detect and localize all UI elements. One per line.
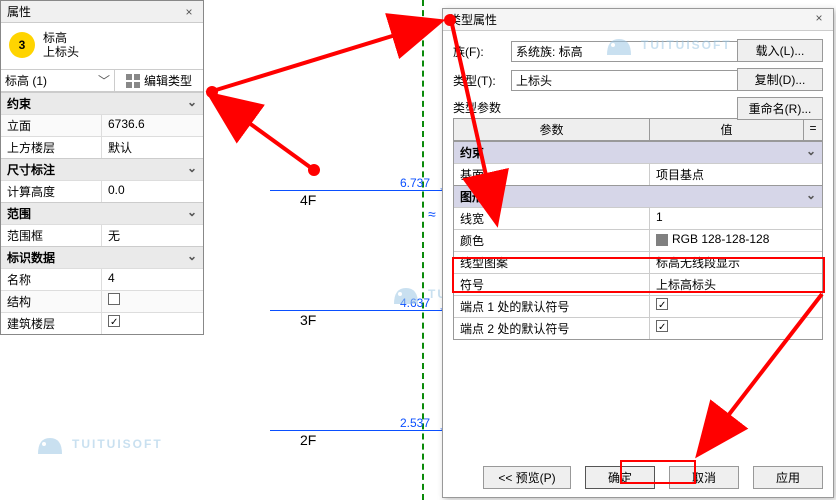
wave-marker: ≈ xyxy=(428,206,436,222)
pattern-field[interactable]: 标高无线段显示 xyxy=(650,252,822,273)
type-selector[interactable]: 标高 (1) ﹀ xyxy=(1,70,115,91)
type-label: 标高 上标头 xyxy=(43,31,79,59)
load-button[interactable]: 载入(L)... xyxy=(737,39,823,62)
arch-checkbox[interactable] xyxy=(108,315,120,327)
type-params-table: 参数 值 = 约束⌄ 基面项目基点 图形⌄ 线宽1 颜色RGB 128-128-… xyxy=(453,118,823,340)
elevation-field[interactable]: 6736.6 xyxy=(102,115,203,136)
name-field[interactable]: 4 xyxy=(102,269,203,290)
cancel-button[interactable]: 取消 xyxy=(669,466,739,489)
color-field[interactable]: RGB 128-128-128 xyxy=(650,230,822,251)
chevron-down-icon: ﹀ xyxy=(98,72,110,89)
watermark: TUITUISOFT xyxy=(34,430,163,458)
level-4f[interactable]: 6.737 4F xyxy=(270,176,450,191)
calc-field[interactable]: 0.0 xyxy=(102,181,203,202)
properties-title: 属性 xyxy=(7,3,31,20)
symbol-field[interactable]: 上标高标头 xyxy=(650,274,822,295)
collapse-icon[interactable]: ⌄ xyxy=(187,249,197,266)
end1-checkbox[interactable] xyxy=(656,298,668,310)
lineweight-field[interactable]: 1 xyxy=(650,208,822,229)
properties-panel: 属性 × 3 标高 上标头 标高 (1) ﹀ 编辑类型 约束⌄ 立面6736.6… xyxy=(0,0,204,335)
edit-type-button[interactable]: 编辑类型 xyxy=(115,70,203,91)
preview-button[interactable]: << 预览(P) xyxy=(483,466,571,489)
collapse-icon[interactable]: ⌄ xyxy=(187,205,197,222)
collapse-icon[interactable]: ⌄ xyxy=(187,95,197,112)
scope-field[interactable]: 无 xyxy=(102,225,203,246)
level-2f[interactable]: 2.537 2F xyxy=(270,416,450,431)
upper-field[interactable]: 默认 xyxy=(102,137,203,158)
collapse-icon[interactable]: ⌄ xyxy=(187,161,197,178)
collapse-icon[interactable]: ⌄ xyxy=(806,188,816,205)
end2-checkbox[interactable] xyxy=(656,320,668,332)
step-badge: 3 xyxy=(9,32,35,58)
ok-button[interactable]: 确定 xyxy=(585,466,655,489)
apply-button[interactable]: 应用 xyxy=(753,466,823,489)
base-field[interactable]: 项目基点 xyxy=(650,164,822,185)
collapse-icon[interactable]: ⌄ xyxy=(806,144,816,161)
close-icon[interactable]: × xyxy=(181,5,197,19)
grid-icon xyxy=(126,74,140,88)
type-properties-dialog: 类型属性 × 族(F): 系统族: 标高﹀ 类型(T): 上标头﹀ 载入(L).… xyxy=(442,8,834,498)
dialog-title: 类型属性 xyxy=(449,11,497,28)
struct-checkbox[interactable] xyxy=(108,293,120,305)
duplicate-button[interactable]: 复制(D)... xyxy=(737,68,823,91)
rename-button[interactable]: 重命名(R)... xyxy=(737,97,823,120)
watermark: TUITUISOFT xyxy=(603,31,732,59)
close-icon[interactable]: × xyxy=(811,11,827,28)
